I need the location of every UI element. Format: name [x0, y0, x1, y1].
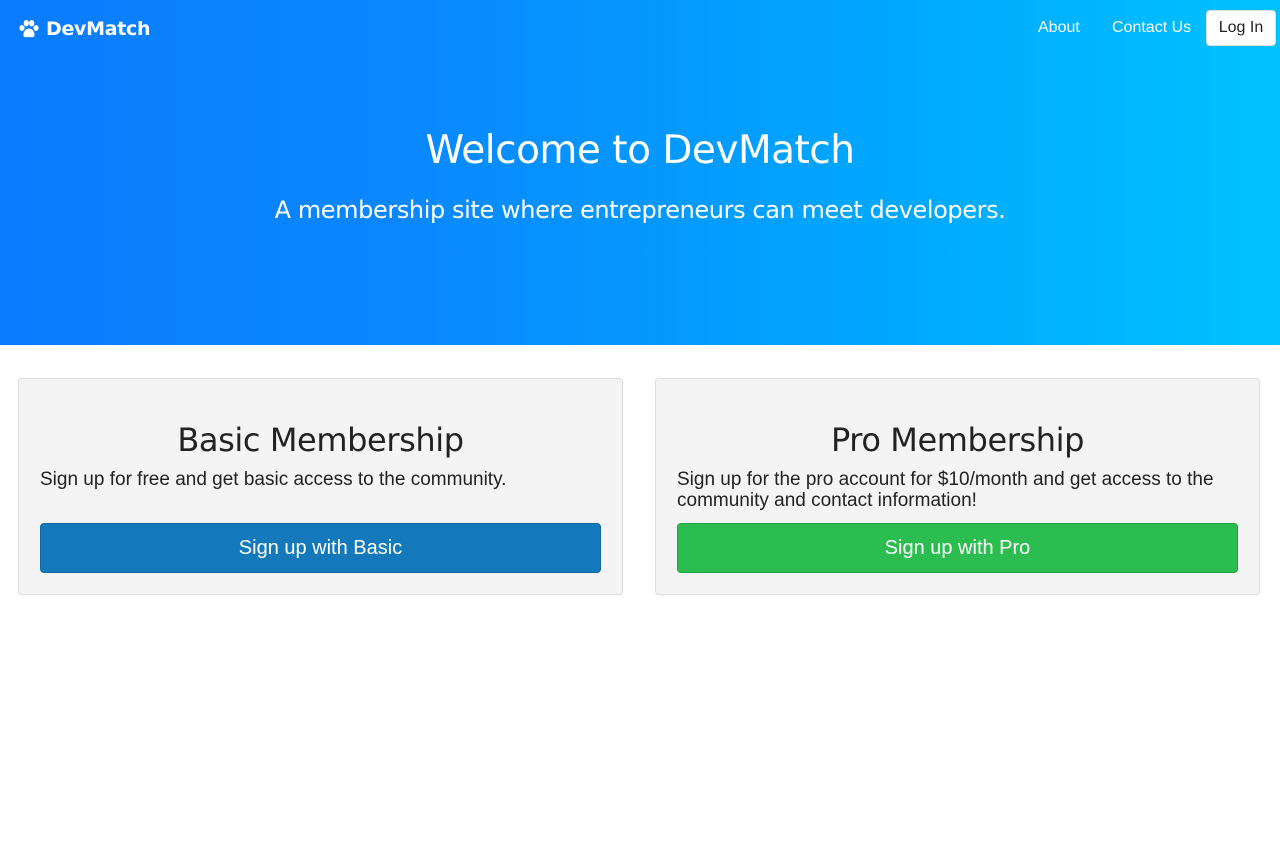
pro-membership-card: Pro Membership Sign up for the pro accou… [655, 378, 1260, 595]
pro-card-title: Pro Membership [830, 421, 1085, 459]
hero-subtitle: A membership site where entrepreneurs ca… [274, 196, 1006, 224]
navbar: DevMatch About Contact Us Log In [0, 0, 1280, 56]
basic-card-description: Sign up for free and get basic access to… [40, 469, 507, 490]
hero-banner: DevMatch About Contact Us Log In Welcome… [0, 0, 1280, 345]
brand-name: DevMatch [46, 18, 151, 40]
brand-logo-link[interactable]: DevMatch [18, 16, 151, 42]
login-button[interactable]: Log In [1206, 10, 1276, 46]
basic-membership-card: Basic Membership Sign up for free and ge… [18, 378, 623, 595]
sign-up-pro-button[interactable]: Sign up with Pro [677, 523, 1238, 573]
hero-title: Welcome to DevMatch [425, 128, 855, 173]
sign-up-basic-button[interactable]: Sign up with Basic [40, 523, 601, 573]
pro-card-description: Sign up for the pro account for $10/mont… [677, 469, 1214, 511]
nav-link-contact-us[interactable]: Contact Us [1112, 19, 1191, 37]
paw-icon [18, 19, 40, 39]
basic-card-title: Basic Membership [177, 421, 464, 459]
nav-link-about[interactable]: About [1038, 19, 1080, 37]
